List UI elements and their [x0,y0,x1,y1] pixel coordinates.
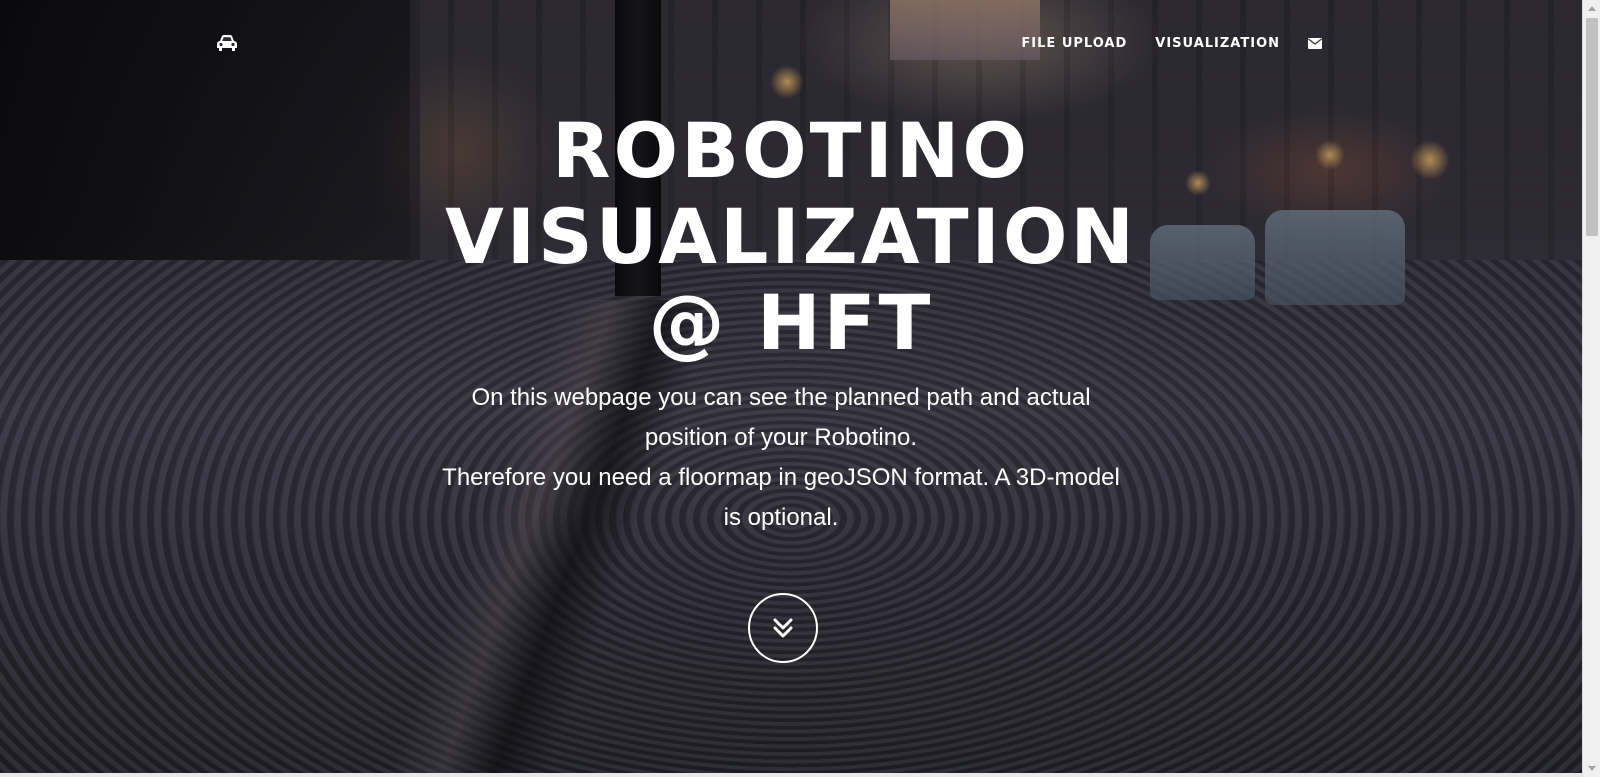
hero-title-line: VISUALIZATION [444,192,1138,281]
car-icon [217,35,237,51]
scroll-down-arrow-icon[interactable] [1583,760,1600,777]
nav-link-contact[interactable] [1308,37,1322,50]
page-viewport: FILE UPLOAD VISUALIZATION ROBOTINO VISUA… [0,0,1582,777]
hero-description-line: On this webpage you can see the planned … [471,384,1091,411]
hero-title: ROBOTINO VISUALIZATION @ HFT [0,108,1582,366]
envelope-icon [1308,37,1322,49]
hero-description-line: position of your Robotino. [644,424,918,451]
hero-description-line: is optional. [723,504,839,531]
hero-title-line: ROBOTINO [552,106,1030,195]
navbar: FILE UPLOAD VISUALIZATION [0,0,1582,90]
scroll-up-arrow-icon[interactable] [1583,0,1600,17]
nav-links: FILE UPLOAD VISUALIZATION [1021,36,1322,51]
brand-car-icon[interactable] [216,33,238,53]
hero-title-line: @ HFT [648,278,934,367]
page-bottom-edge [0,773,1582,777]
page-scrollbar[interactable] [1582,0,1600,777]
hero-description: On this webpage you can see the planned … [410,378,1152,538]
scrollbar-thumb[interactable] [1586,18,1598,236]
double-chevron-down-icon [773,618,793,638]
nav-link-file-upload[interactable]: FILE UPLOAD [1021,36,1127,51]
scroll-down-button[interactable] [748,593,818,663]
hero-description-line: Therefore you need a floormap in geoJSON… [442,464,1120,491]
nav-link-visualization[interactable]: VISUALIZATION [1155,36,1280,51]
